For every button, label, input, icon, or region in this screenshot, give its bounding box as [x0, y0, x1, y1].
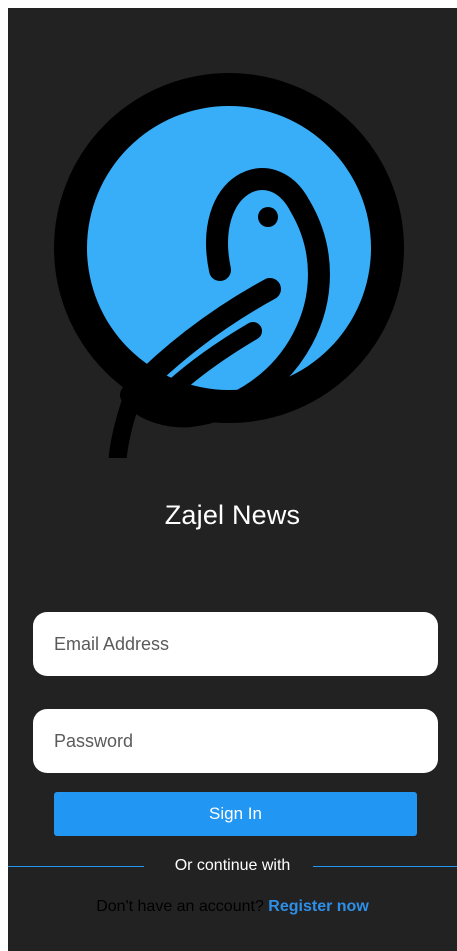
bird-logo-icon: [48, 68, 428, 514]
sign-in-button[interactable]: Sign In: [54, 792, 417, 836]
register-link[interactable]: Register now: [268, 898, 368, 915]
divider-line-right: [313, 866, 457, 867]
app-title: Zajel News: [164, 500, 301, 530]
login-screen: Zajel News Sign In Or continue with Don'…: [8, 8, 457, 951]
password-field[interactable]: [33, 709, 438, 773]
email-field[interactable]: [33, 612, 438, 676]
register-row: Don't have an account? Register now: [8, 898, 457, 916]
register-prompt: Don't have an account?: [96, 898, 264, 915]
continue-with-text: Or continue with: [174, 857, 291, 874]
